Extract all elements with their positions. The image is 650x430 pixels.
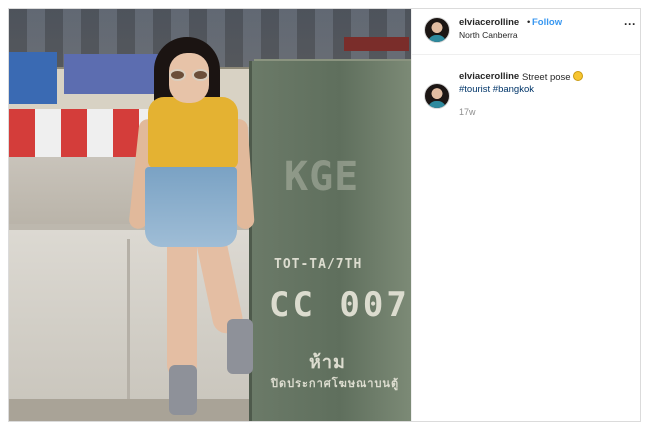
hashtag-bangkok[interactable]: #bangkok [493, 84, 534, 95]
sunglasses-icon [167, 69, 213, 81]
photo-blue-billboard [64, 54, 164, 94]
photo-blue-banner [9, 52, 57, 104]
header-username[interactable]: elviacerolline [459, 17, 519, 28]
cabinet-text-line4: ปิดประกาศโฆษณาบนตู้ [271, 377, 400, 390]
location-link[interactable]: North Canberra [459, 30, 518, 40]
caption-text: Street pose [522, 71, 583, 83]
cabinet-faded-text: KGE [284, 154, 360, 200]
person-right-sneaker [227, 319, 253, 374]
person-yellow-top [148, 97, 238, 169]
separator-dot: • [527, 17, 531, 28]
photo-shop-sign [344, 37, 409, 51]
post-card: KGE TOT-TA/7TH CC 007 ห้าม ปิดประกาศโฆษณ… [8, 8, 641, 422]
hashtag-tourist[interactable]: #tourist [459, 84, 490, 95]
cabinet-text-line1: TOT-TA/7TH [274, 257, 363, 272]
post-header: elviacerolline • Follow North Canberra ·… [412, 9, 640, 55]
photo-sidewalk [9, 399, 259, 421]
more-options-icon[interactable]: ··· [622, 18, 638, 35]
person-left-leg [167, 234, 197, 379]
person-left-sneaker [169, 365, 197, 415]
cabinet-text-line2: CC 007 [269, 285, 410, 325]
caption-username[interactable]: elviacerolline [459, 71, 519, 82]
cabinet-text-line3: ห้าม [309, 352, 346, 373]
smiling-face-emoji-icon [572, 71, 583, 81]
post-side-panel: elviacerolline • Follow North Canberra ·… [411, 9, 640, 421]
follow-button[interactable]: Follow [532, 17, 562, 28]
header-avatar[interactable] [424, 17, 450, 43]
caption-avatar[interactable] [424, 83, 450, 109]
post-photo[interactable]: KGE TOT-TA/7TH CC 007 ห้าม ปิดประกาศโฆษณ… [9, 9, 411, 421]
caption-hashtags: #tourist #bangkok [459, 84, 534, 95]
photo-barrier-seam [127, 239, 130, 421]
person-denim-skirt [145, 167, 237, 247]
post-timestamp[interactable]: 17w [459, 107, 476, 117]
